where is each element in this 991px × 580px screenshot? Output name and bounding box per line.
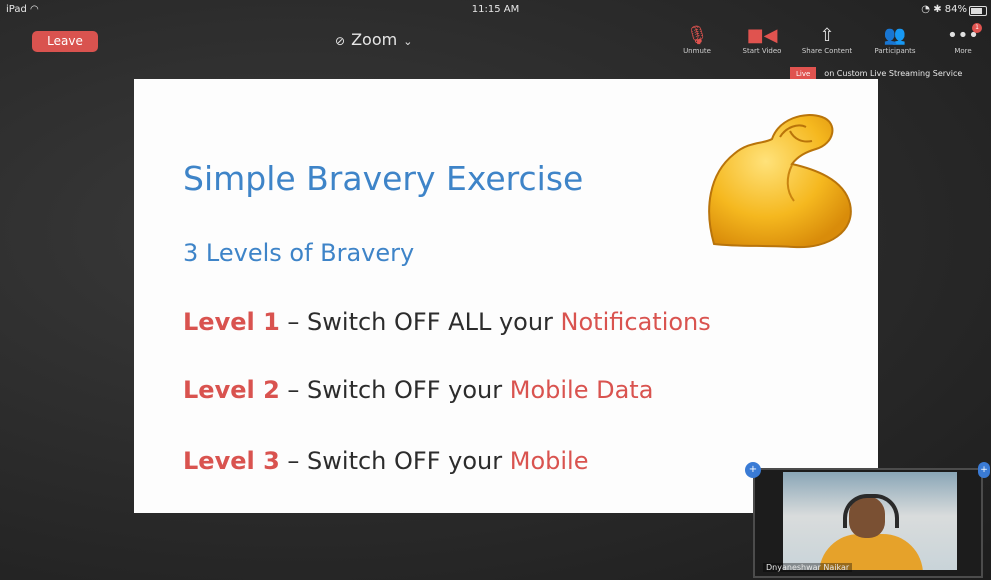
status-indicators: ◔ ✱ 84% xyxy=(921,4,967,15)
unmute-label: Unmute xyxy=(683,47,711,55)
slide-subtitle: 3 Levels of Bravery xyxy=(183,239,415,267)
level-dash: – xyxy=(279,308,308,336)
shared-slide: Simple Bravery Exercise 3 Levels of Brav… xyxy=(134,79,878,513)
participants-icon: 👥 xyxy=(883,25,907,46)
leave-button[interactable]: Leave xyxy=(32,31,98,52)
start-video-button[interactable]: ■◀ Start Video xyxy=(733,25,791,55)
video-off-icon: ■◀ xyxy=(746,25,778,46)
headset xyxy=(843,494,899,528)
meeting-title-dropdown[interactable]: ⊘ Zoom ⌄ xyxy=(335,30,412,49)
slide-title: Simple Bravery Exercise xyxy=(183,159,584,198)
chevron-down-icon: ⌄ xyxy=(403,35,413,48)
clock: 11:15 AM xyxy=(471,4,520,15)
zoom-meeting-window: iPad ◠ 11:15 AM ◔ ✱ 84% Leave ⊘ Zoom ⌄ 🎙 U… xyxy=(0,0,991,580)
drag-handle-icon[interactable]: + xyxy=(978,462,990,478)
level-highlight: Mobile xyxy=(509,447,589,475)
level-dash: – xyxy=(279,376,308,404)
level-label: Level 2 xyxy=(183,376,280,404)
expand-icon[interactable]: + xyxy=(745,462,761,478)
notification-badge: 1 xyxy=(972,23,982,33)
shield-icon: ⊘ xyxy=(335,34,346,48)
share-content-button[interactable]: ⇧ Share Content xyxy=(798,25,856,55)
more-label: More xyxy=(954,47,972,55)
level-2-line: Level 2 – Switch OFF your Mobile Data xyxy=(183,376,653,404)
share-content-label: Share Content xyxy=(801,47,853,55)
ios-status-bar: iPad ◠ 11:15 AM ◔ ✱ 84% xyxy=(0,0,991,20)
level-text: Switch OFF your xyxy=(307,376,510,404)
battery-icon xyxy=(969,6,987,16)
level-label: Level 3 xyxy=(183,447,280,475)
share-icon: ⇧ xyxy=(819,25,835,46)
participants-button[interactable]: 👥 Participants xyxy=(866,25,924,55)
participant-name: Dnyaneshwar Naikar xyxy=(763,563,853,572)
level-highlight: Notifications xyxy=(560,308,711,336)
level-label: Level 1 xyxy=(183,308,280,336)
more-icon: ••• xyxy=(947,25,979,46)
flexed-biceps-icon xyxy=(708,114,852,249)
level-text: Switch OFF ALL your xyxy=(307,308,561,336)
mic-muted-icon: 🎙 xyxy=(685,25,709,46)
level-dash: – xyxy=(279,447,308,475)
camera-feed xyxy=(783,472,957,570)
start-video-label: Start Video xyxy=(742,47,782,55)
participants-label: Participants xyxy=(874,47,916,55)
level-3-line: Level 3 – Switch OFF your Mobile xyxy=(183,447,588,475)
meeting-title: Zoom xyxy=(351,30,398,49)
self-video-thumbnail[interactable]: + Dnyaneshwar Naikar xyxy=(745,462,983,578)
level-highlight: Mobile Data xyxy=(509,376,654,404)
unmute-button[interactable]: 🎙 Unmute xyxy=(668,25,726,55)
more-button[interactable]: ••• More 1 xyxy=(934,23,991,55)
level-1-line: Level 1 – Switch OFF ALL your Notificati… xyxy=(183,308,711,336)
level-text: Switch OFF your xyxy=(307,447,510,475)
